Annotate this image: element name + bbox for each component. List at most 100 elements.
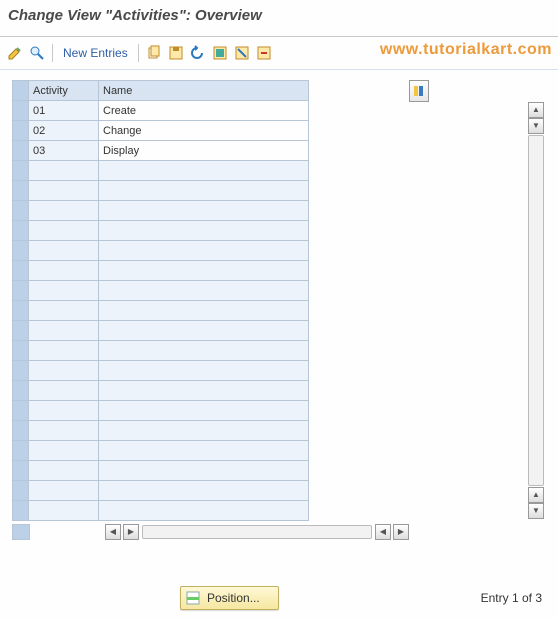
table-row[interactable] [13, 381, 309, 401]
scroll-down-icon[interactable]: ▼ [528, 118, 544, 134]
row-selector[interactable] [13, 121, 29, 141]
row-selector[interactable] [13, 141, 29, 161]
row-selector[interactable] [13, 381, 29, 401]
table-row[interactable] [13, 341, 309, 361]
cell-name[interactable]: Change [99, 121, 309, 141]
undo-icon[interactable] [189, 44, 207, 62]
cell-name[interactable] [99, 401, 309, 421]
cell-activity[interactable] [29, 201, 99, 221]
other-view-icon[interactable] [28, 44, 46, 62]
cell-name[interactable] [99, 241, 309, 261]
row-selector[interactable] [13, 441, 29, 461]
cell-name[interactable] [99, 281, 309, 301]
cell-name[interactable] [99, 261, 309, 281]
table-row[interactable]: 01Create [13, 101, 309, 121]
row-selector[interactable] [13, 301, 29, 321]
cell-name[interactable] [99, 461, 309, 481]
copy-icon[interactable] [145, 44, 163, 62]
cell-activity[interactable] [29, 321, 99, 341]
cell-name[interactable]: Display [99, 141, 309, 161]
cell-activity[interactable]: 01 [29, 101, 99, 121]
table-row[interactable] [13, 241, 309, 261]
toggle-change-icon[interactable] [6, 44, 24, 62]
table-row[interactable]: 03Display [13, 141, 309, 161]
cell-activity[interactable] [29, 441, 99, 461]
row-selector[interactable] [13, 421, 29, 441]
cell-activity[interactable] [29, 341, 99, 361]
table-row[interactable] [13, 181, 309, 201]
column-config-icon[interactable] [409, 80, 429, 102]
scroll-down-icon[interactable]: ▼ [528, 503, 544, 519]
cell-name[interactable] [99, 441, 309, 461]
cell-activity[interactable] [29, 301, 99, 321]
cell-activity[interactable] [29, 401, 99, 421]
vertical-scrollbar[interactable]: ▲ ▼ ▲ ▼ [528, 102, 544, 519]
row-selector[interactable] [13, 501, 29, 521]
cell-name[interactable] [99, 341, 309, 361]
row-selector[interactable] [13, 261, 29, 281]
row-selector[interactable] [13, 401, 29, 421]
cell-activity[interactable] [29, 501, 99, 521]
row-selector[interactable] [13, 161, 29, 181]
table-row[interactable] [13, 481, 309, 501]
table-row[interactable] [13, 321, 309, 341]
table-row[interactable] [13, 401, 309, 421]
col-header-name[interactable]: Name [99, 81, 309, 101]
cell-name[interactable]: Create [99, 101, 309, 121]
scroll-left-icon[interactable]: ◀ [105, 524, 121, 540]
table-row[interactable] [13, 361, 309, 381]
cell-activity[interactable] [29, 161, 99, 181]
cell-name[interactable] [99, 421, 309, 441]
cell-name[interactable] [99, 181, 309, 201]
row-selector[interactable] [13, 181, 29, 201]
row-selector[interactable] [13, 101, 29, 121]
cell-activity[interactable] [29, 281, 99, 301]
cell-name[interactable] [99, 301, 309, 321]
position-button[interactable]: Position... [180, 586, 279, 610]
cell-activity[interactable] [29, 381, 99, 401]
cell-activity[interactable] [29, 181, 99, 201]
cell-activity[interactable]: 02 [29, 121, 99, 141]
new-entries-button[interactable]: New Entries [59, 46, 132, 60]
cell-activity[interactable]: 03 [29, 141, 99, 161]
row-selector[interactable] [13, 321, 29, 341]
row-selector[interactable] [13, 201, 29, 221]
cell-activity[interactable] [29, 361, 99, 381]
row-selector[interactable] [13, 341, 29, 361]
scroll-right-icon[interactable]: ▶ [123, 524, 139, 540]
cell-name[interactable] [99, 481, 309, 501]
cell-activity[interactable] [29, 461, 99, 481]
row-selector-header[interactable] [13, 81, 29, 101]
cell-activity[interactable] [29, 221, 99, 241]
cell-name[interactable] [99, 161, 309, 181]
scroll-up-icon[interactable]: ▲ [528, 102, 544, 118]
scroll-right-icon[interactable]: ▶ [393, 524, 409, 540]
col-header-activity[interactable]: Activity [29, 81, 99, 101]
table-row[interactable] [13, 221, 309, 241]
cell-name[interactable] [99, 201, 309, 221]
cell-name[interactable] [99, 321, 309, 341]
delete-icon[interactable] [255, 44, 273, 62]
cell-name[interactable] [99, 361, 309, 381]
row-selector[interactable] [13, 361, 29, 381]
scroll-track[interactable] [142, 525, 372, 539]
cell-activity[interactable] [29, 261, 99, 281]
table-row[interactable] [13, 261, 309, 281]
scroll-left-icon[interactable]: ◀ [375, 524, 391, 540]
cell-activity[interactable] [29, 241, 99, 261]
table-row[interactable] [13, 161, 309, 181]
cell-activity[interactable] [29, 481, 99, 501]
cell-name[interactable] [99, 381, 309, 401]
cell-activity[interactable] [29, 421, 99, 441]
deselect-all-icon[interactable] [233, 44, 251, 62]
row-selector[interactable] [13, 221, 29, 241]
scroll-up-icon[interactable]: ▲ [528, 487, 544, 503]
table-row[interactable] [13, 441, 309, 461]
row-selector[interactable] [13, 281, 29, 301]
select-all-icon[interactable] [211, 44, 229, 62]
cell-name[interactable] [99, 221, 309, 241]
table-row[interactable] [13, 421, 309, 441]
table-row[interactable] [13, 461, 309, 481]
cell-name[interactable] [99, 501, 309, 521]
table-row[interactable] [13, 501, 309, 521]
